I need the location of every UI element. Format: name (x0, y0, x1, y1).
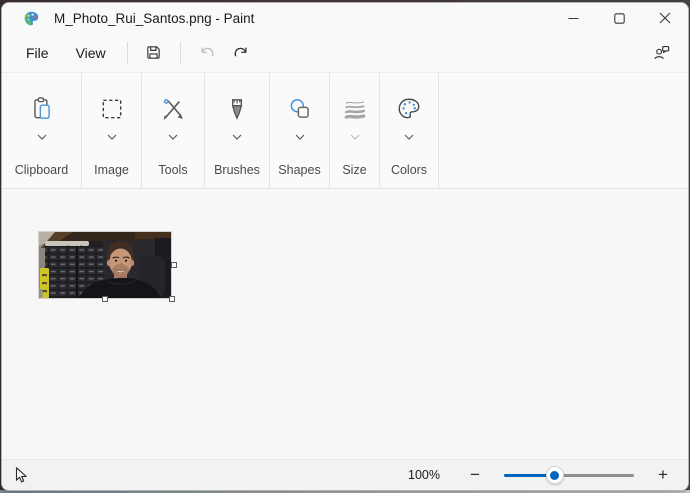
resize-handle-right[interactable] (171, 262, 177, 268)
zoom-out-button[interactable]: − (464, 465, 486, 485)
undo-button[interactable] (190, 37, 224, 69)
close-button[interactable] (642, 3, 688, 33)
minimize-button[interactable] (550, 3, 596, 33)
zoom-slider[interactable] (504, 466, 634, 484)
save-button[interactable] (137, 37, 171, 69)
chevron-down-icon[interactable] (404, 132, 414, 142)
ribbon-label-image: Image (94, 163, 129, 177)
chevron-down-icon[interactable] (107, 132, 117, 142)
chevron-down-icon[interactable] (350, 132, 360, 142)
ribbon-label-brushes: Brushes (214, 163, 260, 177)
chevron-down-icon[interactable] (168, 132, 178, 142)
ribbon-empty-space (439, 73, 688, 188)
status-bar: 100% − + (2, 459, 688, 490)
ribbon-group-brushes[interactable]: Brushes (205, 73, 270, 188)
chevron-down-icon[interactable] (37, 132, 47, 142)
window-title: M_Photo_Rui_Santos.png - Paint (54, 10, 255, 26)
close-icon (659, 12, 671, 24)
resize-handle-bottom[interactable] (102, 296, 108, 302)
menu-file[interactable]: File (14, 39, 61, 67)
ribbon-label-clipboard: Clipboard (14, 163, 69, 177)
rectangle-select-icon (102, 99, 121, 119)
chevron-down-icon[interactable] (295, 132, 305, 142)
ribbon-label-shapes: Shapes (278, 163, 321, 177)
chevron-down-icon[interactable] (232, 132, 242, 142)
ribbon-label-colors: Colors (390, 163, 428, 177)
save-icon (147, 46, 160, 59)
circle-square-icon (290, 99, 309, 118)
ribbon-group-size[interactable]: Size (330, 73, 380, 188)
menu-view[interactable]: View (64, 39, 118, 67)
undo-icon (201, 46, 214, 56)
zoom-in-button[interactable]: + (652, 465, 674, 485)
zoom-percentage: 100% (408, 468, 440, 482)
menubar-separator (179, 41, 181, 64)
brush-icon (231, 99, 243, 120)
ribbon-label-tools: Tools (158, 163, 188, 177)
photo-rui-santos (39, 232, 171, 298)
menu-bar: File View (2, 33, 688, 73)
menubar-separator (126, 41, 128, 64)
ribbon-group-colors[interactable]: Colors (380, 73, 439, 188)
ribbon-toolbar: Clipboard Image Tools Brushes Shapes Siz… (2, 73, 688, 189)
ribbon-group-image[interactable]: Image (82, 73, 142, 188)
redo-button[interactable] (224, 37, 258, 69)
canvas-workspace[interactable] (2, 189, 688, 459)
zoom-slider-thumb[interactable] (545, 466, 564, 484)
ribbon-group-shapes[interactable]: Shapes (270, 73, 330, 188)
title-bar[interactable]: M_Photo_Rui_Santos.png - Paint (2, 3, 688, 33)
ribbon-label-size: Size (342, 163, 367, 177)
window-controls (550, 3, 688, 33)
maximize-icon (613, 12, 625, 24)
clipboard-icon (33, 97, 50, 119)
minimize-icon (568, 17, 578, 19)
canvas-image[interactable] (38, 231, 172, 299)
redo-icon (234, 46, 247, 56)
resize-handle-corner[interactable] (169, 296, 175, 302)
line-thickness-icon (344, 101, 365, 119)
paint-app-icon (24, 11, 39, 25)
feedback-icon (654, 45, 669, 60)
maximize-button[interactable] (596, 3, 642, 33)
crossed-pens-icon (163, 98, 183, 121)
ribbon-group-clipboard[interactable]: Clipboard (2, 73, 82, 188)
ribbon-group-tools[interactable]: Tools (142, 73, 205, 188)
feedback-button[interactable] (644, 37, 678, 69)
pointer-icon (15, 467, 27, 483)
palette-icon (398, 98, 420, 119)
paint-window: M_Photo_Rui_Santos.png - Paint File View (1, 2, 689, 491)
